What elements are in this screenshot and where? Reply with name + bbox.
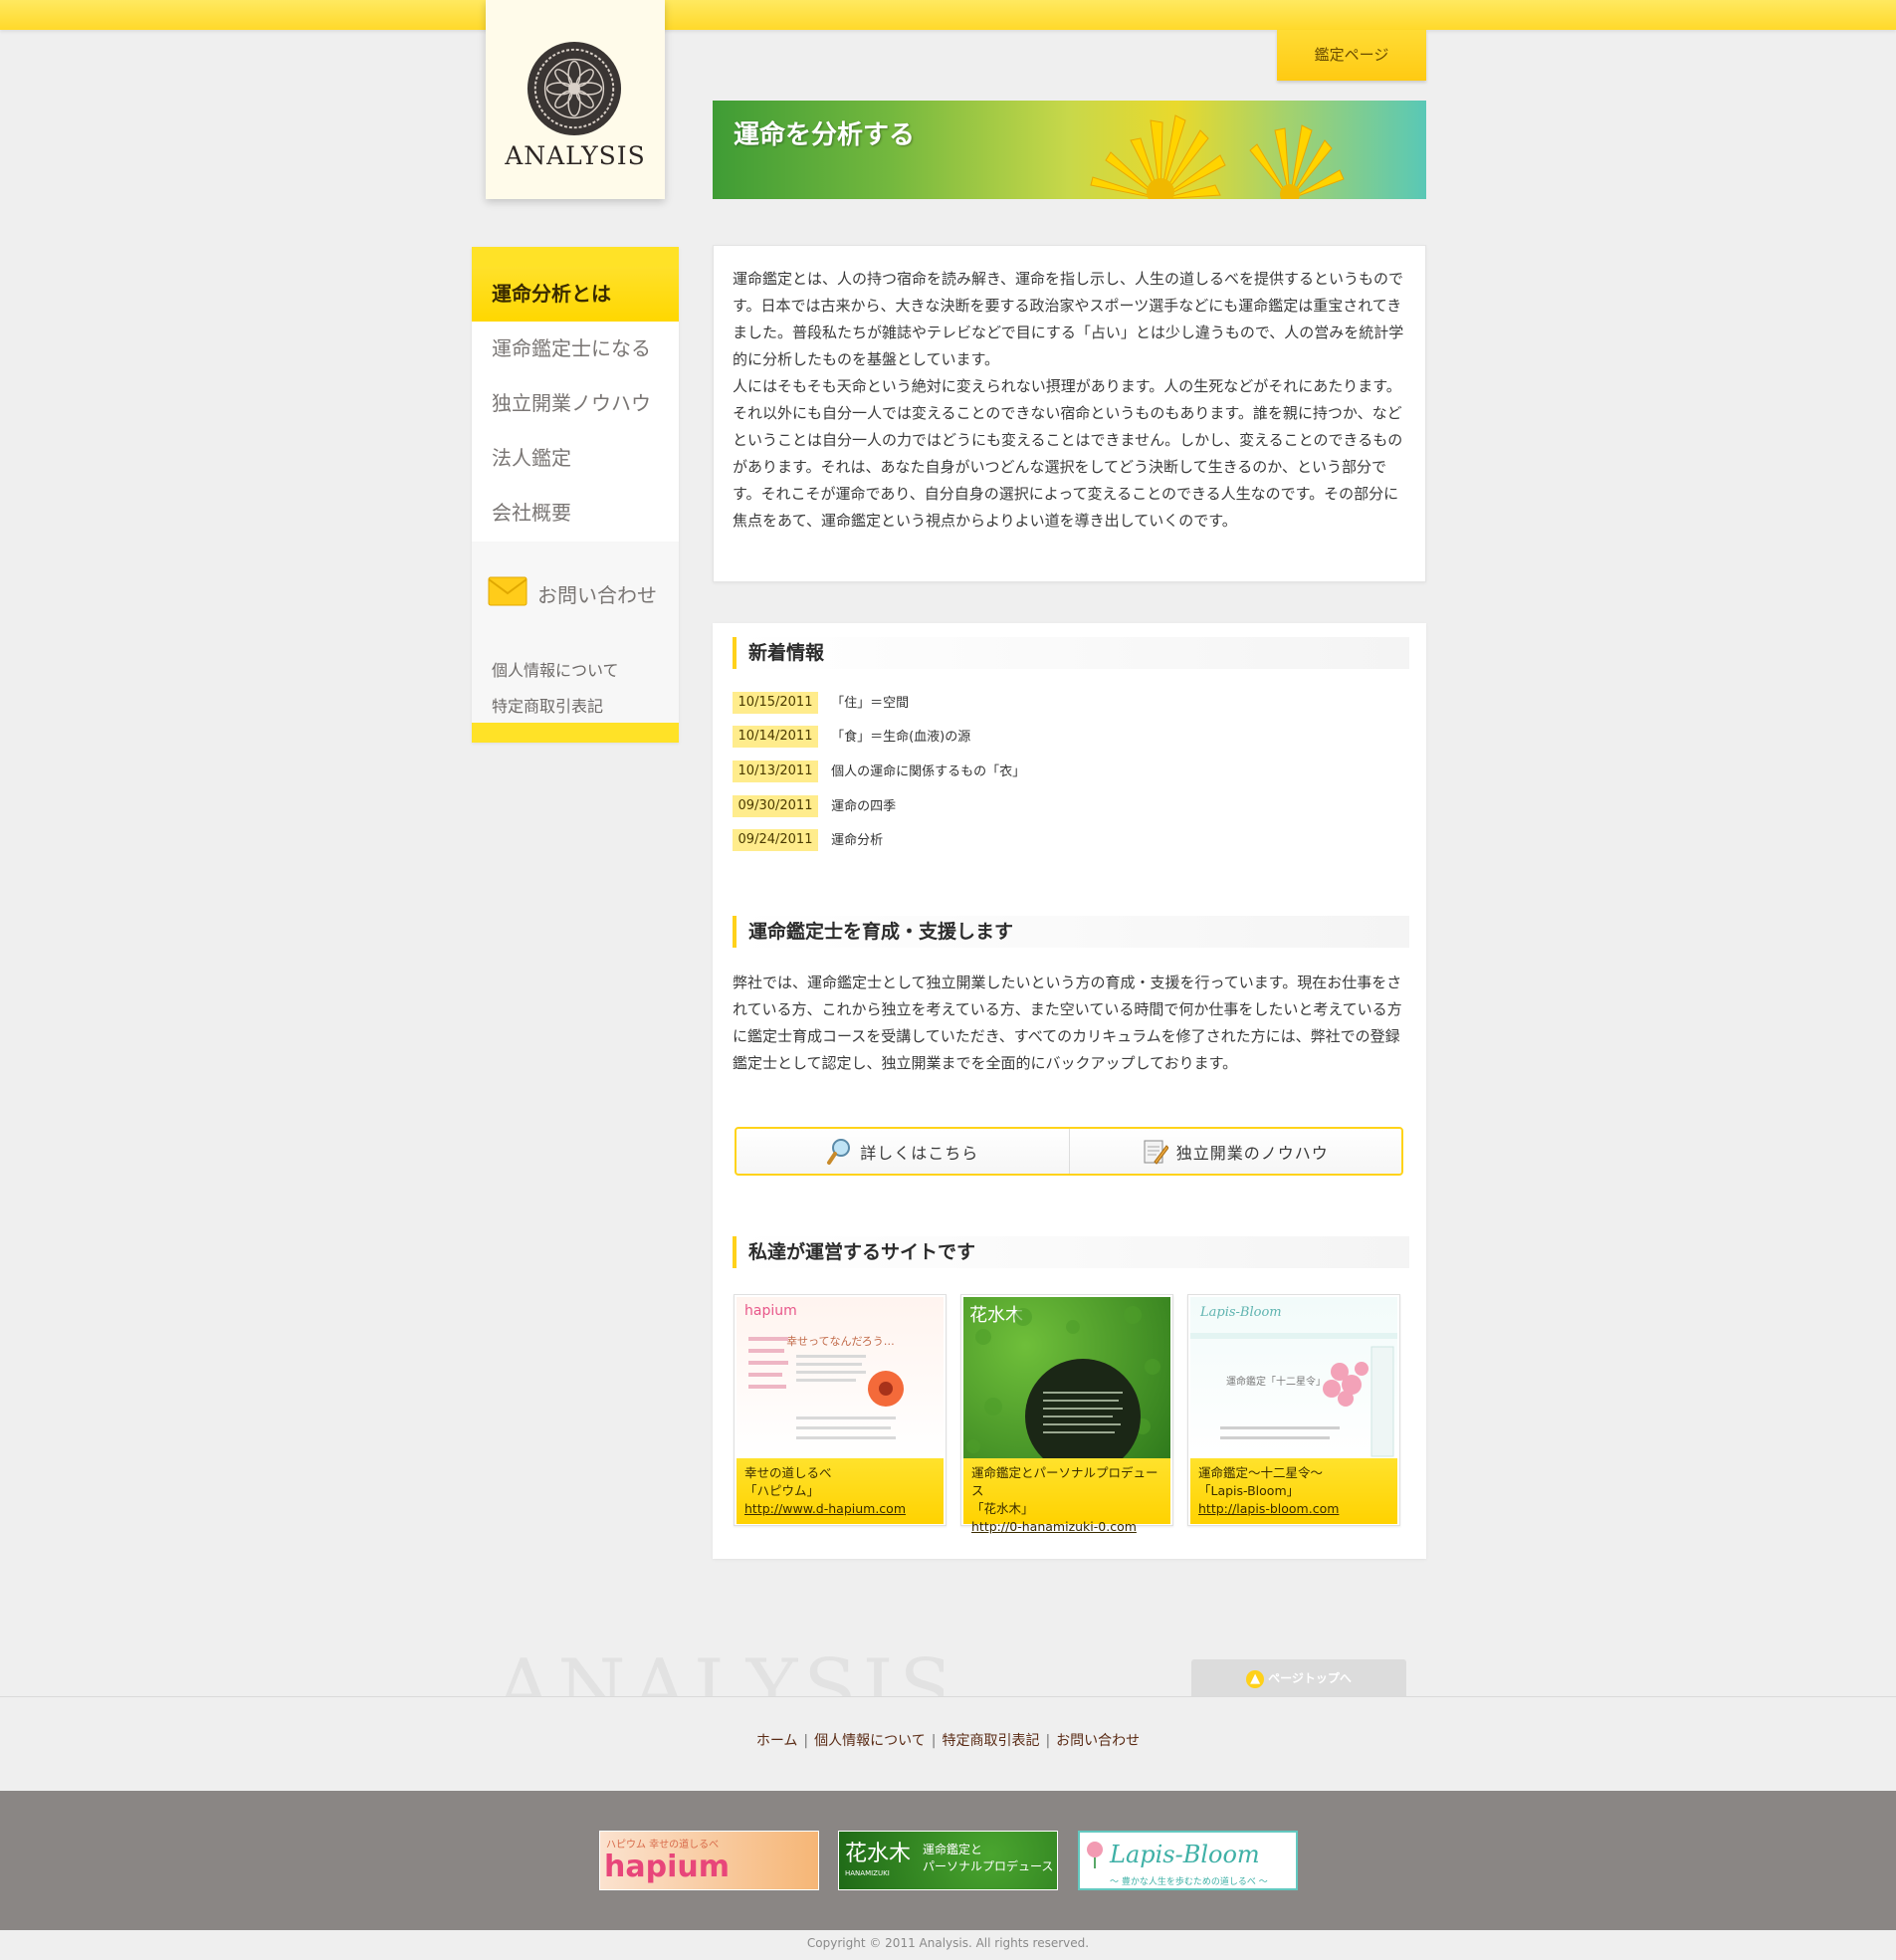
kantei-page-button[interactable]: 鑑定ページ xyxy=(1277,30,1426,81)
intro-box: 運命鑑定とは、人の持つ宿命を読み解き、運命を指し示し、人生の道しるべを提供すると… xyxy=(713,245,1426,582)
page-top-button[interactable]: ▲ ページトップへ xyxy=(1191,1659,1406,1697)
arrow-up-icon: ▲ xyxy=(1246,1669,1265,1688)
news-title[interactable]: 個人の運命に関係するもの「衣」 xyxy=(831,764,1025,779)
footer-separator: | xyxy=(1045,1733,1051,1749)
site-card-hanamizuki[interactable]: 花水木 運命鑑定とパーソナルプロデュース 「花水木」 http://0-hana… xyxy=(960,1294,1173,1534)
support-text: 弊社では、運命鑑定士として独立開業したいという方の育成・支援を行っています。現在… xyxy=(733,974,1402,1072)
logo-text: ANALYSIS xyxy=(505,141,646,170)
news-item[interactable]: 10/15/2011 「住」＝空間 xyxy=(733,691,909,715)
news-date: 10/15/2011 xyxy=(733,692,818,714)
banner-brand: Lapis-Bloom xyxy=(1110,1841,1260,1868)
news-title[interactable]: 運命分析 xyxy=(831,833,883,848)
rose-icon xyxy=(1087,1842,1103,1868)
news-date: 10/13/2011 xyxy=(733,761,818,782)
news-date: 10/14/2011 xyxy=(733,726,818,748)
news-item[interactable]: 10/14/2011 「食」＝生命(血液)の源 xyxy=(733,725,970,749)
sidebar-item-houjin[interactable]: 法人鑑定 xyxy=(472,431,679,486)
privacy-link[interactable]: 個人情報について xyxy=(492,657,619,681)
banner-hapium[interactable]: ハピウム 幸せの道しるべ hapium xyxy=(599,1831,819,1890)
site-thumb-hapium[interactable]: hapium 幸せってなんだろう… xyxy=(737,1297,944,1458)
grass-pattern-icon xyxy=(966,1306,1160,1458)
site-url-link[interactable]: http://0-hanamizuki-0.com xyxy=(971,1518,1162,1536)
site-info: 運命鑑定～十二星令～ 「Lapis-Bloom」 http://lapis-bl… xyxy=(1190,1458,1397,1524)
banner-tagline2: パーソナルプロデュース xyxy=(923,1859,1054,1873)
banner-tagline: 運命鑑定と パーソナルプロデュース xyxy=(923,1842,1053,1875)
news-title[interactable]: 「食」＝生命(血液)の源 xyxy=(831,730,970,745)
banner-sub: HANAMIZUKI xyxy=(845,1869,890,1877)
rose-bouquet-icon xyxy=(1190,1333,1397,1457)
sidebar-item-company[interactable]: 会社概要 xyxy=(472,486,679,541)
banner-tagline: ～ 豊かな人生を歩むための道しるべ ～ xyxy=(1110,1877,1268,1887)
sidebar-item-unmei-bunseki[interactable]: 運命分析とは xyxy=(472,267,679,322)
intro-text: 運命鑑定とは、人の持つ宿命を読み解き、運命を指し示し、人生の道しるべを提供すると… xyxy=(733,270,1404,530)
site-thumb-hanamizuki[interactable]: 花水木 xyxy=(963,1297,1170,1458)
sidebar-top-strip xyxy=(472,247,679,267)
footer-links: ホーム | 個人情報について | 特定商取引表記 | お問い合わせ xyxy=(0,1730,1896,1750)
sidebar-bottom-strip xyxy=(472,723,679,743)
sidebar-item-knowhow[interactable]: 独立開業ノウハウ xyxy=(472,376,679,431)
site-line1: 幸せの道しるべ xyxy=(744,1465,832,1480)
news-title[interactable]: 「住」＝空間 xyxy=(831,696,909,711)
page-top-label: ページトップへ xyxy=(1268,1671,1352,1685)
hero-banner: 運命を分析する xyxy=(713,101,1426,199)
news-date: 09/30/2011 xyxy=(733,795,818,817)
banner-hanamizuki[interactable]: 花水木 HANAMIZUKI 運命鑑定と パーソナルプロデュース xyxy=(838,1831,1058,1890)
site-line2: 「花水木」 xyxy=(971,1501,1034,1516)
site-card-hapium[interactable]: hapium 幸せってなんだろう… 幸せの道しるべ 「ハピウム」 http://… xyxy=(734,1294,947,1526)
footer-separator: | xyxy=(931,1733,937,1749)
banner-tagline1: 運命鑑定と xyxy=(923,1843,983,1856)
site-url-link[interactable]: http://lapis-bloom.com xyxy=(1198,1500,1389,1518)
banner-brand: 花水木 xyxy=(845,1842,912,1866)
yellow-flower-icon xyxy=(1090,114,1345,199)
support-heading: 運命鑑定士を育成・支援します xyxy=(733,916,1409,948)
sites-heading: 私達が運営するサイトです xyxy=(733,1236,1409,1268)
footer-link-home[interactable]: ホーム xyxy=(756,1733,798,1749)
site-line2: 「ハピウム」 xyxy=(744,1483,820,1498)
sidebar-nav: 運命分析とは 運命鑑定士になる 独立開業ノウハウ 法人鑑定 会社概要 お問い合わ… xyxy=(472,247,679,743)
footer-divider xyxy=(0,1696,1896,1697)
site-card-lapis[interactable]: Lapis-Bloom 運命鑑定「十二星令」 運命鑑定～十二星令～ 「Lapis… xyxy=(1187,1294,1400,1526)
sidebar-item-kanteishi[interactable]: 運命鑑定士になる xyxy=(472,322,679,376)
footer-link-privacy[interactable]: 個人情報について xyxy=(814,1733,926,1749)
banner-tagline: ハピウム 幸せの道しるべ xyxy=(606,1840,720,1851)
footer-link-tokutei[interactable]: 特定商取引表記 xyxy=(942,1733,1039,1749)
site-line1: 運命鑑定～十二星令～ xyxy=(1198,1465,1324,1480)
footer-banner-area: ハピウム 幸せの道しるべ hapium 花水木 HANAMIZUKI 運命鑑定と… xyxy=(0,1791,1896,1930)
site-thumb-lapis[interactable]: Lapis-Bloom 運命鑑定「十二星令」 xyxy=(1190,1297,1397,1458)
news-item[interactable]: 09/30/2011 運命の四季 xyxy=(733,794,896,818)
site-info: 幸せの道しるべ 「ハピウム」 http://www.d-hapium.com xyxy=(737,1458,944,1524)
site-line2: 「Lapis-Bloom」 xyxy=(1198,1483,1300,1498)
magnifier-icon xyxy=(827,1138,851,1165)
banner-brand: hapium xyxy=(604,1850,730,1884)
details-button[interactable]: 詳しくはこちら xyxy=(737,1129,1069,1174)
details-button-label: 詳しくはこちら xyxy=(860,1143,979,1163)
banner-lapis[interactable]: Lapis-Bloom ～ 豊かな人生を歩むための道しるべ ～ xyxy=(1078,1831,1298,1890)
notepad-pencil-icon xyxy=(1144,1140,1168,1165)
news-item[interactable]: 10/13/2011 個人の運命に関係するもの「衣」 xyxy=(733,760,1025,783)
news-heading: 新着情報 xyxy=(733,637,1409,669)
knowhow-button[interactable]: 独立開業のノウハウ xyxy=(1068,1129,1402,1174)
site-url-link[interactable]: http://www.d-hapium.com xyxy=(744,1500,936,1518)
news-item[interactable]: 09/24/2011 運命分析 xyxy=(733,828,883,852)
logo[interactable]: ANALYSIS xyxy=(486,0,665,199)
footer-watermark: ANALYSIS xyxy=(496,1643,944,1697)
hero-title: 運命を分析する xyxy=(734,120,916,150)
copyright: Copyright © 2011 Analysis. All rights re… xyxy=(806,1936,1090,1950)
hapium-flower-icon xyxy=(748,1337,904,1439)
support-buttons: 詳しくはこちら 独立開業のノウハウ xyxy=(735,1127,1403,1176)
site-line1: 運命鑑定とパーソナルプロデュース xyxy=(971,1465,1159,1498)
mail-icon[interactable] xyxy=(488,573,527,609)
tokutei-link[interactable]: 特定商取引表記 xyxy=(492,693,603,717)
sidebar-contact-area: お問い合わせ 個人情報について 特定商取引表記 xyxy=(472,542,679,743)
main-content: 新着情報 10/15/2011 「住」＝空間 10/14/2011 「食」＝生命… xyxy=(713,623,1426,1559)
footer-separator: | xyxy=(803,1733,809,1749)
top-bar xyxy=(0,0,1896,30)
news-title[interactable]: 運命の四季 xyxy=(831,799,896,814)
footer-link-contact[interactable]: お問い合わせ xyxy=(1056,1733,1140,1749)
knowhow-button-label: 独立開業のノウハウ xyxy=(1175,1143,1329,1163)
news-date: 09/24/2011 xyxy=(733,829,818,851)
site-info: 運命鑑定とパーソナルプロデュース 「花水木」 http://0-hanamizu… xyxy=(963,1458,1170,1534)
contact-link[interactable]: お問い合わせ xyxy=(537,579,657,608)
logo-emblem-icon xyxy=(527,41,622,136)
